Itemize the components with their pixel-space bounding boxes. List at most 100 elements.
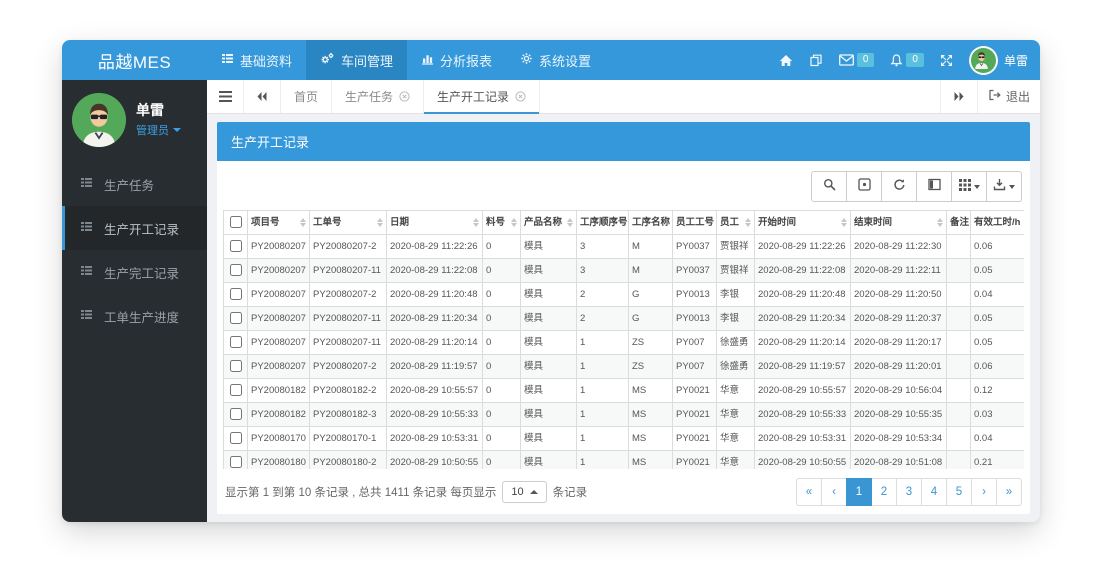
nav-item-reports[interactable]: 分析报表: [407, 40, 506, 80]
mail-icon[interactable]: 0: [831, 53, 883, 67]
table-row[interactable]: PY20080207PY20080207-112020-08-29 11:20:…: [224, 307, 1025, 331]
logout-button[interactable]: 退出: [977, 80, 1040, 113]
table-cell: PY20080182: [248, 403, 310, 427]
table-cell: 2020-08-29 10:53:31: [387, 427, 483, 451]
close-icon[interactable]: [399, 91, 410, 102]
column-header: 员工工号: [673, 211, 717, 235]
gear-icon: [520, 52, 533, 68]
export-dropdown-button[interactable]: [987, 171, 1022, 202]
select-all-checkbox[interactable]: [230, 216, 242, 228]
page-size-value: 10: [511, 486, 523, 498]
page-button[interactable]: 2: [871, 478, 897, 506]
navbar-user-menu[interactable]: 单雷: [969, 46, 1028, 75]
table-cell: PY20080182-3: [310, 403, 387, 427]
page-size-dropdown[interactable]: 10: [502, 481, 546, 503]
sort-icon[interactable]: [567, 218, 573, 227]
sidebar-item-production-tasks[interactable]: 生产任务: [62, 162, 207, 206]
page-button[interactable]: 4: [921, 478, 947, 506]
row-checkbox[interactable]: [230, 384, 242, 396]
chevron-down-icon: [974, 185, 980, 189]
table-cell: 1: [577, 331, 629, 355]
tabs-scroll-left-button[interactable]: [244, 80, 281, 113]
column-header[interactable]: 日期: [387, 211, 483, 235]
page-button[interactable]: 5: [946, 478, 972, 506]
table-cell: 贾银祥: [717, 235, 755, 259]
sort-icon[interactable]: [300, 218, 306, 227]
sidebar-toggle-button[interactable]: [207, 80, 244, 113]
sort-icon[interactable]: [473, 218, 479, 227]
sidebar-item-finish-records[interactable]: 生产完工记录: [62, 250, 207, 294]
row-checkbox[interactable]: [230, 312, 242, 324]
table-cell: 2020-08-29 11:20:14: [387, 331, 483, 355]
column-header[interactable]: 料号: [483, 211, 521, 235]
files-icon[interactable]: [801, 54, 831, 67]
nav-item-settings[interactable]: 系统设置: [506, 40, 605, 80]
table-cell: 2020-08-29 11:19:57: [387, 355, 483, 379]
column-header[interactable]: 开始时间: [755, 211, 851, 235]
tab-production-tasks[interactable]: 生产任务: [332, 80, 424, 113]
search-button[interactable]: [811, 171, 847, 202]
sort-icon[interactable]: [841, 218, 847, 227]
column-label: 开始时间: [758, 217, 796, 228]
toggle-view-button[interactable]: [847, 171, 882, 202]
sort-icon[interactable]: [377, 218, 383, 227]
page-button[interactable]: ›: [971, 478, 997, 506]
bell-icon[interactable]: 0: [882, 53, 932, 67]
sidebar-user-role-dropdown[interactable]: 管理员: [136, 122, 181, 138]
column-header[interactable]: 项目号: [248, 211, 310, 235]
table-row[interactable]: PY20080207PY20080207-22020-08-29 11:22:2…: [224, 235, 1025, 259]
sidebar-item-start-records[interactable]: 生产开工记录: [62, 206, 207, 250]
page-button[interactable]: ‹: [821, 478, 847, 506]
row-checkbox[interactable]: [230, 360, 242, 372]
sidebar-item-workorder-progress[interactable]: 工单生产进度: [62, 294, 207, 338]
row-checkbox[interactable]: [230, 264, 242, 276]
refresh-icon: [893, 178, 906, 196]
tab-start-records[interactable]: 生产开工记录: [424, 80, 540, 113]
table-row[interactable]: PY20080207PY20080207-112020-08-29 11:20:…: [224, 331, 1025, 355]
row-checkbox[interactable]: [230, 240, 242, 252]
page-button[interactable]: «: [796, 478, 822, 506]
nav-item-workshop[interactable]: 车间管理: [306, 40, 407, 80]
row-checkbox[interactable]: [230, 456, 242, 468]
refresh-button[interactable]: [882, 171, 917, 202]
home-icon[interactable]: [771, 54, 801, 67]
column-header[interactable]: 产品名称: [521, 211, 577, 235]
detail-view-button[interactable]: [917, 171, 952, 202]
sidebar-user-panel: 单雷 管理员: [62, 80, 207, 162]
sort-icon[interactable]: [511, 218, 517, 227]
row-checkbox[interactable]: [230, 408, 242, 420]
page-button-current[interactable]: 1: [846, 478, 872, 506]
table-row[interactable]: PY20080207PY20080207-112020-08-29 11:22:…: [224, 259, 1025, 283]
table-cell: 2020-08-29 11:19:57: [755, 355, 851, 379]
table-row[interactable]: PY20080182PY20080182-32020-08-29 10:55:3…: [224, 403, 1025, 427]
page-button[interactable]: »: [996, 478, 1022, 506]
fullscreen-icon[interactable]: [932, 54, 961, 67]
table-row[interactable]: PY20080207PY20080207-22020-08-29 11:20:4…: [224, 283, 1025, 307]
table-cell: PY20080170: [248, 427, 310, 451]
columns-dropdown-button[interactable]: [952, 171, 987, 202]
column-header[interactable]: 工单号: [310, 211, 387, 235]
tab-home[interactable]: 首页: [281, 80, 332, 113]
close-icon[interactable]: [515, 91, 526, 102]
table-row[interactable]: PY20080180PY20080180-22020-08-29 10:50:5…: [224, 451, 1025, 470]
table-row[interactable]: PY20080207PY20080207-22020-08-29 11:19:5…: [224, 355, 1025, 379]
table-cell: [947, 403, 971, 427]
row-checkbox[interactable]: [230, 288, 242, 300]
table-row[interactable]: PY20080170PY20080170-12020-08-29 10:53:3…: [224, 427, 1025, 451]
table-cell: 0.06: [971, 355, 1025, 379]
tab-bar: 首页 生产任务 生产开工记录 退出: [207, 80, 1040, 114]
chevron-down-icon: [1009, 185, 1015, 189]
page-button[interactable]: 3: [896, 478, 922, 506]
table-cell: M: [629, 259, 673, 283]
tabs-scroll-right-button[interactable]: [940, 80, 977, 113]
table-row[interactable]: PY20080182PY20080182-22020-08-29 10:55:5…: [224, 379, 1025, 403]
row-checkbox[interactable]: [230, 432, 242, 444]
column-header[interactable]: 员工: [717, 211, 755, 235]
sort-icon[interactable]: [937, 218, 943, 227]
row-checkbox[interactable]: [230, 336, 242, 348]
table-cell: [947, 355, 971, 379]
column-header[interactable]: 结束时间: [851, 211, 947, 235]
column-label: 工序名称: [632, 217, 670, 228]
nav-item-base-data[interactable]: 基础资料: [207, 40, 306, 80]
sort-icon[interactable]: [745, 218, 751, 227]
